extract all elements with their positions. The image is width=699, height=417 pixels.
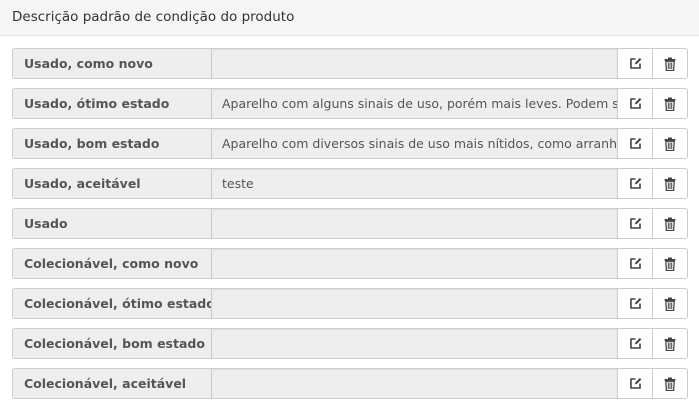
condition-label: Usado, ótimo estado <box>12 88 211 119</box>
condition-label: Colecionável, aceitável <box>12 368 211 399</box>
section-header: Descrição padrão de condição do produto <box>0 0 699 36</box>
trash-icon <box>664 337 676 351</box>
condition-row: Colecionável, aceitável <box>12 368 688 399</box>
edit-button[interactable] <box>618 248 653 279</box>
condition-row: Usado, bom estado Aparelho com diversos s… <box>12 128 688 159</box>
edit-button[interactable] <box>618 288 653 319</box>
condition-label: Colecionável, bom estado <box>12 328 211 359</box>
section-title: Descrição padrão de condição do produto <box>12 9 295 25</box>
edit-icon <box>629 337 642 350</box>
delete-button[interactable] <box>653 208 688 239</box>
condition-label: Colecionável, como novo <box>12 248 211 279</box>
trash-icon <box>664 257 676 271</box>
condition-row: Usado, ótimo estado Aparelho com alguns s… <box>12 88 688 119</box>
edit-button[interactable] <box>618 168 653 199</box>
edit-button[interactable] <box>618 328 653 359</box>
condition-row: Colecionável, bom estado <box>12 328 688 359</box>
condition-list: Usado, como novo Usado, ótimo estado Apare… <box>12 48 688 408</box>
edit-button[interactable] <box>618 88 653 119</box>
delete-button[interactable] <box>653 368 688 399</box>
trash-icon <box>664 297 676 311</box>
condition-description-field[interactable]: teste <box>211 168 618 199</box>
edit-button[interactable] <box>618 128 653 159</box>
edit-icon <box>629 177 642 190</box>
condition-description-field[interactable] <box>211 328 618 359</box>
delete-button[interactable] <box>653 88 688 119</box>
edit-button[interactable] <box>618 208 653 239</box>
edit-button[interactable] <box>618 48 653 79</box>
condition-row: Colecionável, ótimo estado <box>12 288 688 319</box>
condition-label: Usado <box>12 208 211 239</box>
edit-icon <box>629 257 642 270</box>
condition-label: Usado, aceitável <box>12 168 211 199</box>
condition-description-field[interactable]: Aparelho com alguns sinais de uso, porém… <box>211 88 618 119</box>
condition-label: Usado, como novo <box>12 48 211 79</box>
trash-icon <box>664 57 676 71</box>
delete-button[interactable] <box>653 288 688 319</box>
condition-description-field[interactable] <box>211 288 618 319</box>
condition-description-field[interactable] <box>211 368 618 399</box>
condition-row: Colecionável, como novo <box>12 248 688 279</box>
condition-row: Usado, aceitável teste <box>12 168 688 199</box>
delete-button[interactable] <box>653 128 688 159</box>
edit-icon <box>629 137 642 150</box>
condition-label: Usado, bom estado <box>12 128 211 159</box>
trash-icon <box>664 137 676 151</box>
delete-button[interactable] <box>653 48 688 79</box>
delete-button[interactable] <box>653 248 688 279</box>
condition-description-field[interactable] <box>211 48 618 79</box>
condition-description-field[interactable] <box>211 248 618 279</box>
condition-row: Usado, como novo <box>12 48 688 79</box>
edit-icon <box>629 377 642 390</box>
edit-icon <box>629 97 642 110</box>
condition-label: Colecionável, ótimo estado <box>12 288 211 319</box>
condition-description-field[interactable]: Aparelho com diversos sinais de uso mais… <box>211 128 618 159</box>
delete-button[interactable] <box>653 168 688 199</box>
delete-button[interactable] <box>653 328 688 359</box>
trash-icon <box>664 97 676 111</box>
edit-icon <box>629 297 642 310</box>
edit-icon <box>629 217 642 230</box>
trash-icon <box>664 377 676 391</box>
condition-description-field[interactable] <box>211 208 618 239</box>
trash-icon <box>664 217 676 231</box>
trash-icon <box>664 177 676 191</box>
edit-button[interactable] <box>618 368 653 399</box>
condition-row: Usado <box>12 208 688 239</box>
edit-icon <box>629 57 642 70</box>
